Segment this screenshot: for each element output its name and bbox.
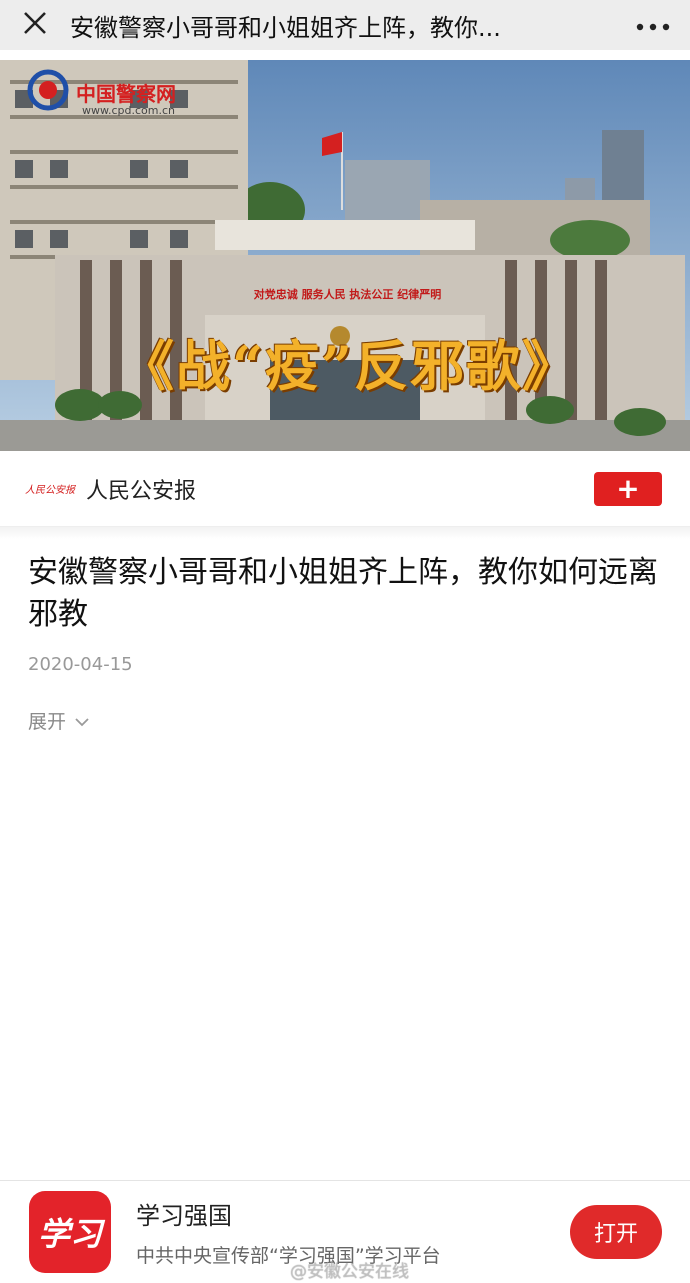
- page-title: 安徽警察小哥哥和小姐姐齐上阵，教你...: [70, 13, 501, 42]
- article-title: 安徽警察小哥哥和小姐姐齐上阵，教你如何远离邪教: [28, 555, 658, 632]
- publisher-logo: 人民公安报: [25, 485, 75, 496]
- close-icon: [22, 10, 48, 40]
- video-player[interactable]: 对党忠诚 服务人民 执法公正 纪律严明 《战“疫”反邪歌》: [0, 60, 690, 451]
- chevron-down-icon: [74, 710, 90, 732]
- watermark-logo-text: 中国警察网: [76, 81, 176, 106]
- open-app-button[interactable]: 打开: [570, 1205, 662, 1259]
- more-icon: [636, 16, 670, 35]
- top-bar: 安徽警察小哥哥和小姐姐齐上阵，教你...: [0, 0, 690, 50]
- expand-button[interactable]: 展开: [28, 707, 90, 734]
- divider: [0, 527, 690, 539]
- cpd-logo-icon: [26, 68, 70, 116]
- publisher-name[interactable]: 人民公安报: [86, 473, 594, 505]
- more-button[interactable]: [616, 0, 690, 50]
- follow-button[interactable]: +: [594, 471, 662, 506]
- app-name: 学习强国: [136, 1202, 232, 1230]
- close-button[interactable]: [0, 0, 70, 50]
- video-banner-text: 对党忠诚 服务人民 执法公正 纪律严明: [253, 288, 442, 301]
- video-overlay-title: 《战“疫”反邪歌》: [120, 334, 579, 398]
- expand-label: 展开: [28, 711, 67, 733]
- watermark-url: www.cpd.com.cn: [82, 104, 175, 117]
- weibo-watermark: @安徽公安在线: [290, 1262, 409, 1282]
- app-icon: 学习: [29, 1191, 111, 1273]
- article-date: 2020-04-15: [28, 654, 133, 675]
- publisher-row[interactable]: 人民公安报 人民公安报 +: [0, 451, 690, 527]
